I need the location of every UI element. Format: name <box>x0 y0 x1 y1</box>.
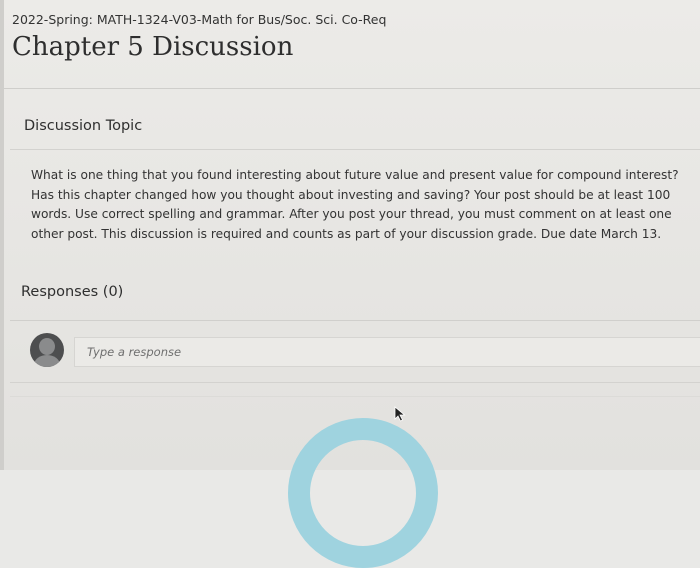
discussion-topic-heading: Discussion Topic <box>24 118 143 134</box>
discussion-topic-body: What is one thing that you found interes… <box>31 168 679 241</box>
header-divider <box>0 88 700 89</box>
avatar-shoulders <box>34 355 60 367</box>
mouse-cursor-icon <box>394 406 406 422</box>
avatar-head <box>39 338 55 355</box>
left-edge-divider <box>0 0 4 470</box>
response-divider <box>10 382 700 383</box>
page-title: Chapter 5 Discussion <box>12 32 294 62</box>
discussion-page: 2022-Spring: MATH-1324-V03-Math for Bus/… <box>0 0 700 568</box>
responses-divider <box>10 320 700 321</box>
user-avatar-icon <box>30 333 64 367</box>
response-input[interactable] <box>74 337 700 367</box>
footer-divider <box>10 396 700 397</box>
course-title: 2022-Spring: MATH-1324-V03-Math for Bus/… <box>12 12 387 27</box>
decorative-circle <box>288 418 438 568</box>
responses-heading: Responses (0) <box>21 284 124 300</box>
topic-divider <box>10 149 700 150</box>
